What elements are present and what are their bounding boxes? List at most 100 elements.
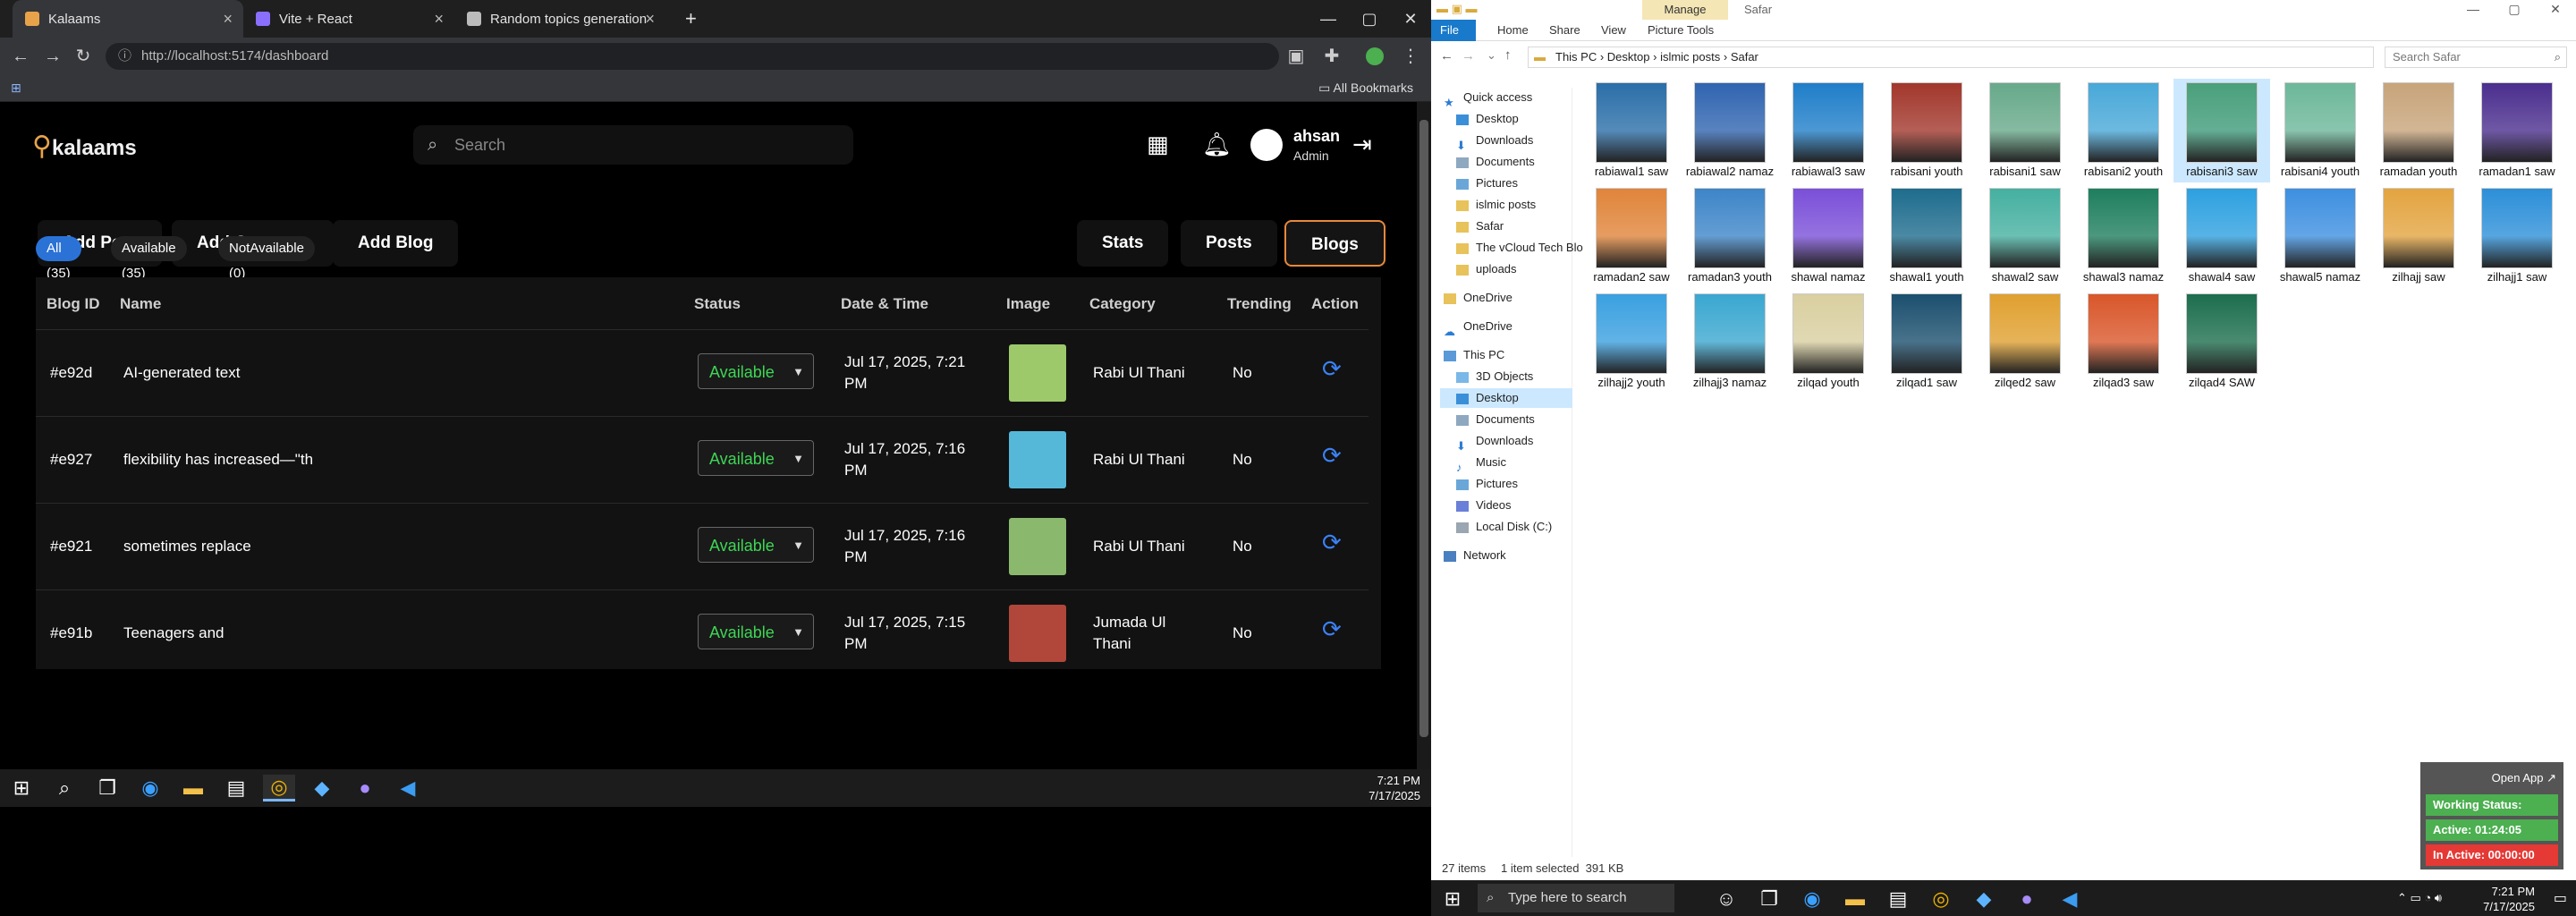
breadcrumb-islmic-posts[interactable]: islmic posts bbox=[1660, 50, 1720, 64]
filter-all[interactable]: All (35) bbox=[36, 236, 81, 281]
file-explorer-icon[interactable]: ▬ bbox=[177, 775, 209, 802]
file-tile[interactable]: zilhajj3 namaz bbox=[1682, 290, 1778, 394]
nav-3d-objects[interactable]: 3D Objects bbox=[1456, 367, 1533, 386]
nav-pictures[interactable]: Pictures bbox=[1456, 174, 1518, 193]
status-select[interactable]: Available ▼ bbox=[698, 614, 814, 649]
status-select[interactable]: Available ▼ bbox=[698, 527, 814, 563]
file-tile[interactable]: zilhajj1 saw bbox=[2469, 184, 2565, 288]
github-icon[interactable]: ● bbox=[2011, 886, 2043, 912]
refresh-icon[interactable]: ⟳ bbox=[1322, 529, 1342, 556]
blogs-button[interactable]: Blogs bbox=[1284, 220, 1385, 267]
file-tile[interactable]: shawal3 namaz bbox=[2075, 184, 2172, 288]
file-tile[interactable]: ramadan youth bbox=[2370, 79, 2467, 182]
chrome-icon[interactable]: ◎ bbox=[263, 775, 295, 802]
ribbon-view[interactable]: View bbox=[1592, 20, 1635, 41]
tab-random-topics[interactable]: Random topics generation × bbox=[454, 0, 665, 38]
nav-downloads[interactable]: ⬇ Downloads bbox=[1456, 131, 1533, 152]
system-tray-icons[interactable]: ⌃ ▭ ◔ 🔊︎ bbox=[2397, 891, 2442, 905]
app-icon[interactable]: ◆ bbox=[1968, 886, 2000, 912]
logout-icon[interactable]: ⇥ bbox=[1352, 131, 1372, 158]
nav-documents[interactable]: Documents bbox=[1456, 152, 1535, 172]
blog-thumbnail[interactable] bbox=[1009, 431, 1066, 488]
forward-icon[interactable]: → bbox=[1462, 48, 1475, 64]
address-bar[interactable]: ⓘ http://localhost:5174/dashboard bbox=[106, 43, 1279, 70]
nav-islmic-posts[interactable]: islmic posts bbox=[1456, 195, 1536, 215]
edge-icon[interactable]: ◉ bbox=[134, 775, 166, 802]
app-icon[interactable]: ◆ bbox=[306, 775, 338, 802]
back-icon[interactable]: ← bbox=[9, 45, 32, 68]
blog-thumbnail[interactable] bbox=[1009, 344, 1066, 402]
search-input[interactable]: ⌕ Search bbox=[413, 125, 853, 165]
file-tile[interactable]: zilhajj saw bbox=[2370, 184, 2467, 288]
nav-desktop-pc[interactable]: Desktop bbox=[1440, 388, 1572, 408]
avatar[interactable] bbox=[1250, 129, 1283, 161]
breadcrumb-desktop[interactable]: Desktop bbox=[1607, 50, 1650, 64]
store-icon[interactable]: ▤ bbox=[220, 775, 252, 802]
file-tile[interactable]: zilqad1 saw bbox=[1878, 290, 1975, 394]
filter-not-available[interactable]: NotAvailable (0) bbox=[218, 236, 315, 281]
reload-icon[interactable]: ↻ bbox=[72, 45, 95, 68]
path-breadcrumb[interactable]: ▬ This PC › Desktop › islmic posts › Saf… bbox=[1528, 47, 2374, 68]
file-tile[interactable]: zilqad3 saw bbox=[2075, 290, 2172, 394]
search-icon[interactable]: ⌕ bbox=[48, 775, 80, 802]
file-tile[interactable]: ramadan3 youth bbox=[1682, 184, 1778, 288]
refresh-icon[interactable]: ⟳ bbox=[1322, 442, 1342, 470]
recent-chevron-icon[interactable]: ⌄ bbox=[1487, 48, 1496, 63]
forward-icon[interactable]: → bbox=[41, 45, 64, 68]
chrome-menu-icon[interactable]: ⋮ bbox=[1399, 45, 1422, 68]
file-tile[interactable]: shawal4 saw bbox=[2174, 184, 2270, 288]
nav-videos[interactable]: Videos bbox=[1456, 496, 1512, 515]
taskbar-search-input[interactable]: ⌕ Type here to search bbox=[1478, 884, 1674, 912]
nav-desktop[interactable]: Desktop bbox=[1456, 109, 1519, 129]
close-tab-icon[interactable]: × bbox=[434, 10, 444, 29]
file-tile[interactable]: zilqed2 saw bbox=[1977, 290, 2073, 394]
nav-vcloud[interactable]: The vCloud Tech Blo bbox=[1456, 238, 1583, 258]
status-select[interactable]: Available ▼ bbox=[698, 353, 814, 389]
file-tile[interactable]: rabisani1 saw bbox=[1977, 79, 2073, 182]
ribbon-share[interactable]: Share bbox=[1540, 20, 1589, 41]
maximize-icon[interactable]: ▢ bbox=[1349, 0, 1390, 38]
file-tile[interactable]: rabiawal1 saw bbox=[1583, 79, 1680, 182]
close-window-icon[interactable]: ✕ bbox=[2535, 0, 2576, 20]
ribbon-picture-tools[interactable]: Picture Tools bbox=[1639, 20, 1723, 41]
file-tile[interactable]: zilhajj2 youth bbox=[1583, 290, 1680, 394]
windows-start-icon[interactable]: ⊞ bbox=[5, 775, 38, 802]
blog-thumbnail[interactable] bbox=[1009, 605, 1066, 662]
profile-icon[interactable] bbox=[1363, 45, 1386, 68]
add-blog-button[interactable]: Add Blog bbox=[333, 220, 459, 267]
file-tile[interactable]: rabisani3 saw bbox=[2174, 79, 2270, 182]
file-tile[interactable]: ramadan2 saw bbox=[1583, 184, 1680, 288]
posts-button[interactable]: Posts bbox=[1181, 220, 1277, 267]
minimize-icon[interactable]: — bbox=[1308, 0, 1349, 38]
file-tile[interactable]: rabiawal2 namaz bbox=[1682, 79, 1778, 182]
new-tab-button[interactable]: + bbox=[673, 0, 699, 38]
nav-music[interactable]: ♪ Music bbox=[1456, 453, 1506, 474]
nav-pictures-pc[interactable]: Pictures bbox=[1456, 474, 1518, 494]
refresh-icon[interactable]: ⟳ bbox=[1322, 615, 1342, 643]
notification-icon[interactable]: ▭ bbox=[2554, 889, 2567, 907]
blog-thumbnail[interactable] bbox=[1009, 518, 1066, 575]
file-tile[interactable]: zilqad4 SAW bbox=[2174, 290, 2270, 394]
file-tile[interactable]: zilqad youth bbox=[1780, 290, 1877, 394]
page-scrollbar[interactable] bbox=[1417, 102, 1431, 769]
scroll-thumb[interactable] bbox=[1419, 120, 1428, 737]
nav-downloads-pc[interactable]: ⬇ Downloads bbox=[1456, 431, 1533, 453]
file-tile[interactable]: ramadan1 saw bbox=[2469, 79, 2565, 182]
task-view-icon[interactable]: ❐ bbox=[91, 775, 123, 802]
nav-network[interactable]: Network bbox=[1444, 546, 1506, 565]
puzzle-icon[interactable]: ✚ bbox=[1320, 45, 1343, 68]
filter-available[interactable]: Available (35) bbox=[111, 236, 187, 281]
manage-tab[interactable]: Manage bbox=[1642, 0, 1728, 20]
nav-local-disk[interactable]: Local Disk (C:) bbox=[1456, 517, 1552, 537]
tab-vite-react[interactable]: Vite + React × bbox=[243, 0, 454, 38]
nav-safar[interactable]: Safar bbox=[1456, 216, 1504, 236]
file-tile[interactable]: rabisani youth bbox=[1878, 79, 1975, 182]
ribbon-home[interactable]: Home bbox=[1488, 20, 1538, 41]
emoji-widget-icon[interactable]: ☺ bbox=[1710, 886, 1742, 912]
logo[interactable]: ⚲kalaams bbox=[32, 131, 137, 162]
close-tab-icon[interactable]: × bbox=[645, 10, 655, 29]
stats-button[interactable]: Stats bbox=[1077, 220, 1169, 267]
nav-this-pc[interactable]: This PC bbox=[1444, 345, 1504, 365]
file-tile[interactable]: shawal namaz bbox=[1780, 184, 1877, 288]
nav-uploads[interactable]: uploads bbox=[1456, 259, 1517, 279]
